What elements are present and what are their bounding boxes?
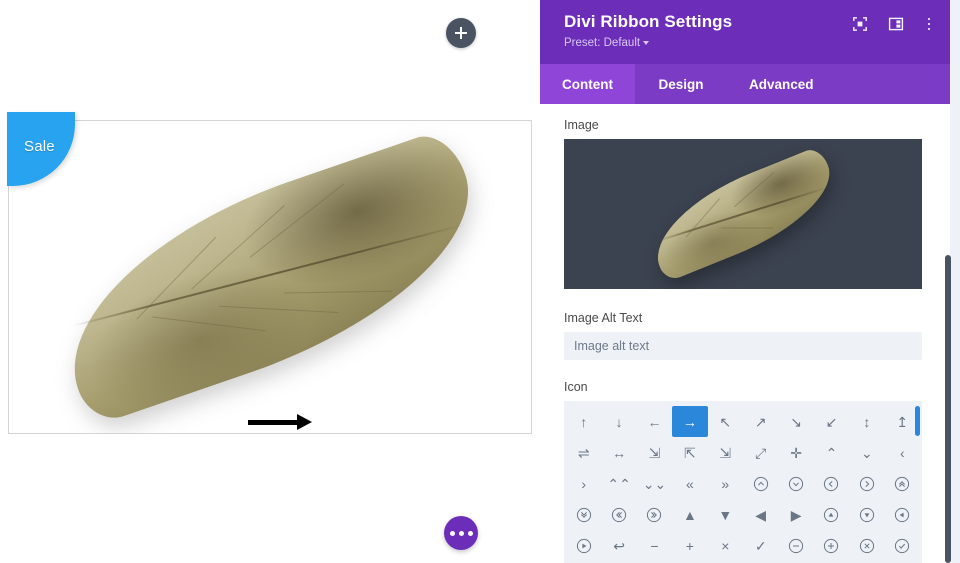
icon-arrow-down-right[interactable]: ↘ xyxy=(778,406,813,437)
icon-triangle-right[interactable]: ▶ xyxy=(778,499,813,530)
icon-arrow-diagonal-down-right[interactable]: ⇲ xyxy=(637,437,672,468)
icon-arrow-down-left[interactable]: ↙ xyxy=(814,406,849,437)
preset-selector[interactable]: Preset: Default xyxy=(564,37,934,49)
icon-chevron-double-up[interactable]: ⌃⌃ xyxy=(601,468,636,499)
icon-circle-check[interactable] xyxy=(885,530,920,561)
icon-circle-chevron-up[interactable] xyxy=(743,468,778,499)
dot-icon xyxy=(927,17,930,21)
icon-arrow-up-left[interactable]: ↖ xyxy=(708,406,743,437)
leaf-body xyxy=(36,126,504,428)
alt-text-input[interactable] xyxy=(564,332,922,360)
icon-chevron-down[interactable]: ⌄ xyxy=(849,437,884,468)
dot-icon xyxy=(458,530,464,536)
icon-picker[interactable]: ↑ ↓ ← → ↖ ↗ ↘ ↙ ↕ ↥ ⇌ ↔ ⇲ ⇱ ⇲ ⤢ ✛ ⌃ ⌄ ‹ … xyxy=(564,401,922,563)
sale-ribbon-label: Sale xyxy=(24,138,55,155)
icon-arrow-diagonal-up-right[interactable]: ⇱ xyxy=(672,437,707,468)
icon-label: Icon xyxy=(564,380,588,394)
more-vertical-icon[interactable] xyxy=(924,17,935,31)
preset-label: Preset: Default xyxy=(564,37,641,49)
app-root: Sale Divi Ribbon Settings Preset: Defaul… xyxy=(0,0,960,563)
icon-circle-triangle-up[interactable] xyxy=(814,499,849,530)
dot-icon xyxy=(467,530,473,536)
plus-icon xyxy=(455,27,467,39)
icon-arrows-horizontal[interactable]: ↔ xyxy=(601,437,636,468)
dot-icon xyxy=(927,27,930,31)
icon-triangle-left[interactable]: ◀ xyxy=(743,499,778,530)
icon-arrow-down[interactable]: ↓ xyxy=(601,406,636,437)
panel-scrollbar[interactable] xyxy=(945,255,951,563)
settings-panel: Divi Ribbon Settings Preset: Default Con… xyxy=(540,0,950,563)
icon-chevron-up[interactable]: ⌃ xyxy=(814,437,849,468)
icon-arrow-up-right[interactable]: ↗ xyxy=(743,406,778,437)
layout-columns-icon[interactable] xyxy=(888,16,904,32)
icon-circle-x[interactable] xyxy=(849,530,884,561)
image-field-label: Image xyxy=(564,118,599,132)
icon-grid-scrollbar[interactable] xyxy=(915,406,920,436)
tab-content[interactable]: Content xyxy=(540,64,635,104)
image-preview[interactable] xyxy=(564,139,922,289)
icon-arrows-swap[interactable]: ⇌ xyxy=(566,437,601,468)
icon-circle-chevron-down[interactable] xyxy=(778,468,813,499)
focus-target-icon[interactable] xyxy=(852,16,868,32)
icon-field-group: Icon ↑ ↓ ← → ↖ ↗ ↘ ↙ ↕ ↥ ⇌ ↔ ⇲ ⇱ ⇲ ⤢ ✛ ⌃… xyxy=(564,380,926,563)
icon-triangle-up[interactable]: ▲ xyxy=(672,499,707,530)
module-options-button[interactable] xyxy=(444,516,478,550)
leaf-graphic xyxy=(9,121,531,433)
icon-arrow-left[interactable]: ← xyxy=(637,406,672,437)
arrow-right-icon xyxy=(248,414,312,431)
leaf-graphic xyxy=(613,139,873,289)
icon-circle-double-up[interactable] xyxy=(885,468,920,499)
tab-advanced[interactable]: Advanced xyxy=(727,64,836,104)
icon-arrows-collapse-diagonal[interactable]: ⇲ xyxy=(708,437,743,468)
icon-close-x[interactable]: × xyxy=(708,530,743,561)
icon-undo-arrow[interactable]: ↩ xyxy=(601,530,636,561)
icon-chevron-double-left[interactable]: « xyxy=(672,468,707,499)
page-canvas: Sale xyxy=(0,0,540,563)
icon-circle-triangle-left[interactable] xyxy=(885,499,920,530)
ribbon-module-frame[interactable] xyxy=(8,120,532,434)
icon-circle-chevron-right[interactable] xyxy=(849,468,884,499)
dot-icon xyxy=(449,530,455,536)
icon-circle-triangle-right[interactable] xyxy=(566,530,601,561)
add-module-button[interactable] xyxy=(446,18,476,48)
tab-design[interactable]: Design xyxy=(635,64,727,104)
icon-chevron-double-down[interactable]: ⌄⌄ xyxy=(637,468,672,499)
icon-plus[interactable]: + xyxy=(672,530,707,561)
leaf-vein xyxy=(720,227,774,229)
panel-body: Image Image Alt Text Icon xyxy=(540,104,950,563)
icon-chevron-double-right[interactable]: » xyxy=(708,468,743,499)
icon-arrows-vertical[interactable]: ↕ xyxy=(849,406,884,437)
icon-circle-double-left[interactable] xyxy=(601,499,636,530)
chevron-down-icon xyxy=(643,40,650,45)
panel-header-actions xyxy=(852,16,935,32)
icon-minus[interactable]: − xyxy=(637,530,672,561)
icon-circle-plus[interactable] xyxy=(814,530,849,561)
icon-arrow-up[interactable]: ↑ xyxy=(566,406,601,437)
alt-text-field-group: Image Alt Text xyxy=(564,311,926,360)
icon-arrows-move[interactable]: ✛ xyxy=(778,437,813,468)
arrow-head xyxy=(297,414,312,430)
icon-chevron-right[interactable]: › xyxy=(566,468,601,499)
icon-circle-minus[interactable] xyxy=(778,530,813,561)
panel-tabs: Content Design Advanced xyxy=(540,64,950,104)
icon-triangle-down[interactable]: ▼ xyxy=(708,499,743,530)
leaf-image xyxy=(9,121,531,433)
alt-text-label: Image Alt Text xyxy=(564,311,643,325)
icon-circle-chevron-left[interactable] xyxy=(814,468,849,499)
icon-grid: ↑ ↓ ← → ↖ ↗ ↘ ↙ ↕ ↥ ⇌ ↔ ⇲ ⇱ ⇲ ⤢ ✛ ⌃ ⌄ ‹ … xyxy=(564,401,922,563)
icon-check[interactable]: ✓ xyxy=(743,530,778,561)
arrow-shaft xyxy=(248,420,300,425)
dot-icon xyxy=(927,22,930,26)
panel-header: Divi Ribbon Settings Preset: Default xyxy=(540,0,950,64)
icon-circle-triangle-down[interactable] xyxy=(849,499,884,530)
icon-arrow-right[interactable]: → xyxy=(672,406,708,437)
icon-circle-double-down[interactable] xyxy=(566,499,601,530)
icon-circle-double-right[interactable] xyxy=(637,499,672,530)
icon-chevron-left[interactable]: ‹ xyxy=(885,437,920,468)
icon-arrows-expand-diagonal[interactable]: ⤢ xyxy=(743,437,778,468)
panel-right-rail xyxy=(950,0,960,563)
